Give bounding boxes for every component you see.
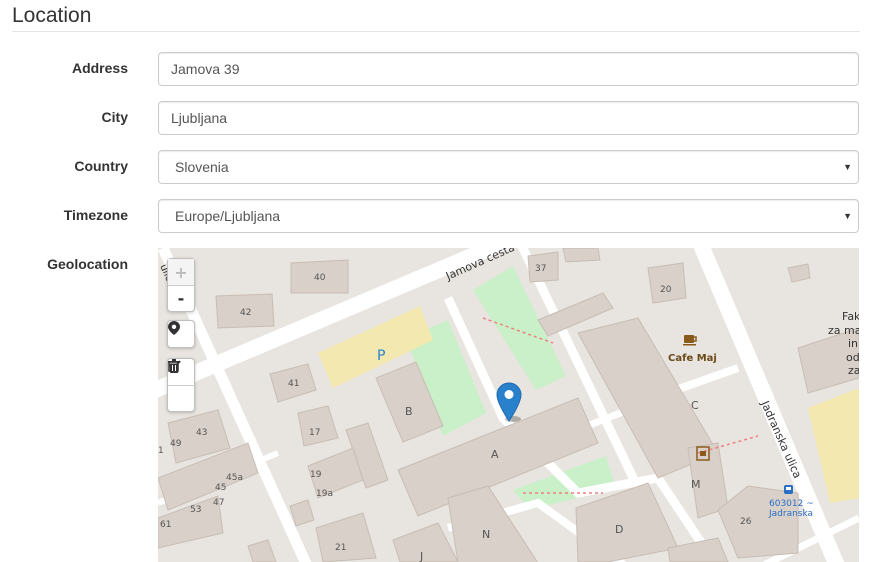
zoom-in-button[interactable]: +: [168, 259, 194, 285]
house-number: 37: [535, 264, 546, 274]
poi-label: in: [848, 337, 858, 350]
street-label-jadranska: Jadranska ulica: [758, 398, 804, 480]
parking-label: P: [377, 348, 385, 364]
zoom-out-button[interactable]: -: [168, 285, 194, 311]
house-number: 19a: [316, 489, 333, 499]
address-label: Address: [71, 60, 128, 76]
zoom-controls: + -: [167, 258, 195, 312]
locate-button[interactable]: [168, 321, 194, 347]
house-number: 43: [196, 428, 207, 438]
house-number: 49: [170, 439, 182, 449]
bus-icon: [784, 485, 793, 494]
building: [647, 262, 687, 304]
address-input[interactable]: Jamova 39: [158, 52, 859, 86]
house-number: 17: [309, 428, 320, 438]
delete-button[interactable]: [168, 359, 194, 411]
house-number: 1: [158, 446, 164, 456]
house-number: 20: [660, 285, 672, 295]
building: [297, 405, 339, 447]
house-number: 42: [240, 308, 251, 318]
country-select-value: Slovenia: [175, 159, 229, 175]
chevron-down-icon: ▼: [843, 162, 852, 172]
poi-label: Fak: [842, 310, 859, 323]
building-label-m: M: [691, 478, 701, 491]
house-number: 45a: [226, 473, 243, 483]
locate-control: [167, 320, 195, 348]
chevron-down-icon: ▼: [843, 211, 852, 221]
parking-area: [808, 388, 859, 503]
country-label: Country: [74, 158, 128, 174]
house-number: 47: [213, 498, 224, 508]
geolocation-label: Geolocation: [47, 256, 128, 272]
building-label-b: B: [405, 405, 413, 418]
map-marker-icon: [168, 321, 180, 335]
geolocation-map[interactable]: Jamova cesta Jadranska ulica ulica P B A…: [158, 248, 859, 562]
building: [717, 485, 799, 559]
city-label: City: [101, 109, 128, 125]
building: [247, 539, 277, 562]
timezone-select[interactable]: Europe/Ljubljana ▼: [158, 199, 859, 233]
section-divider: [12, 31, 860, 32]
house-number: 61: [160, 520, 171, 530]
house-number: 19: [310, 470, 322, 480]
building: [289, 499, 315, 527]
building: [667, 537, 729, 562]
poi-label: za ma: [828, 324, 859, 337]
building: [562, 248, 601, 263]
draw-controls: [167, 358, 195, 412]
city-input[interactable]: Ljubljana: [158, 101, 859, 135]
poi-label: od: [846, 351, 859, 364]
house-number: 40: [314, 273, 326, 283]
cafe-icon: [683, 335, 697, 346]
building: [315, 512, 377, 562]
timezone-select-value: Europe/Ljubljana: [175, 208, 281, 224]
trash-icon: [168, 359, 180, 373]
building-label-a: A: [491, 448, 499, 461]
bus-stop-label: Jadranska: [768, 509, 813, 519]
cafe-label: Cafe Maj: [668, 353, 717, 364]
house-number: 21: [335, 543, 346, 553]
country-select[interactable]: Slovenia ▼: [158, 150, 859, 184]
building-label-d: D: [615, 523, 623, 536]
building-label-n: N: [482, 528, 490, 541]
section-title: Location: [12, 4, 92, 27]
house-number: 53: [190, 505, 201, 515]
house-number: 41: [288, 379, 299, 389]
building-label-c: C: [691, 399, 699, 412]
map-pin-icon: [496, 382, 522, 422]
timezone-label: Timezone: [63, 207, 128, 223]
bus-stop-label: 603012 ~: [769, 499, 814, 509]
house-number: 26: [740, 517, 752, 527]
building-label-j: J: [419, 550, 423, 562]
building: [787, 263, 811, 283]
poi-label: za: [848, 364, 859, 377]
house-number: 45: [215, 483, 226, 493]
